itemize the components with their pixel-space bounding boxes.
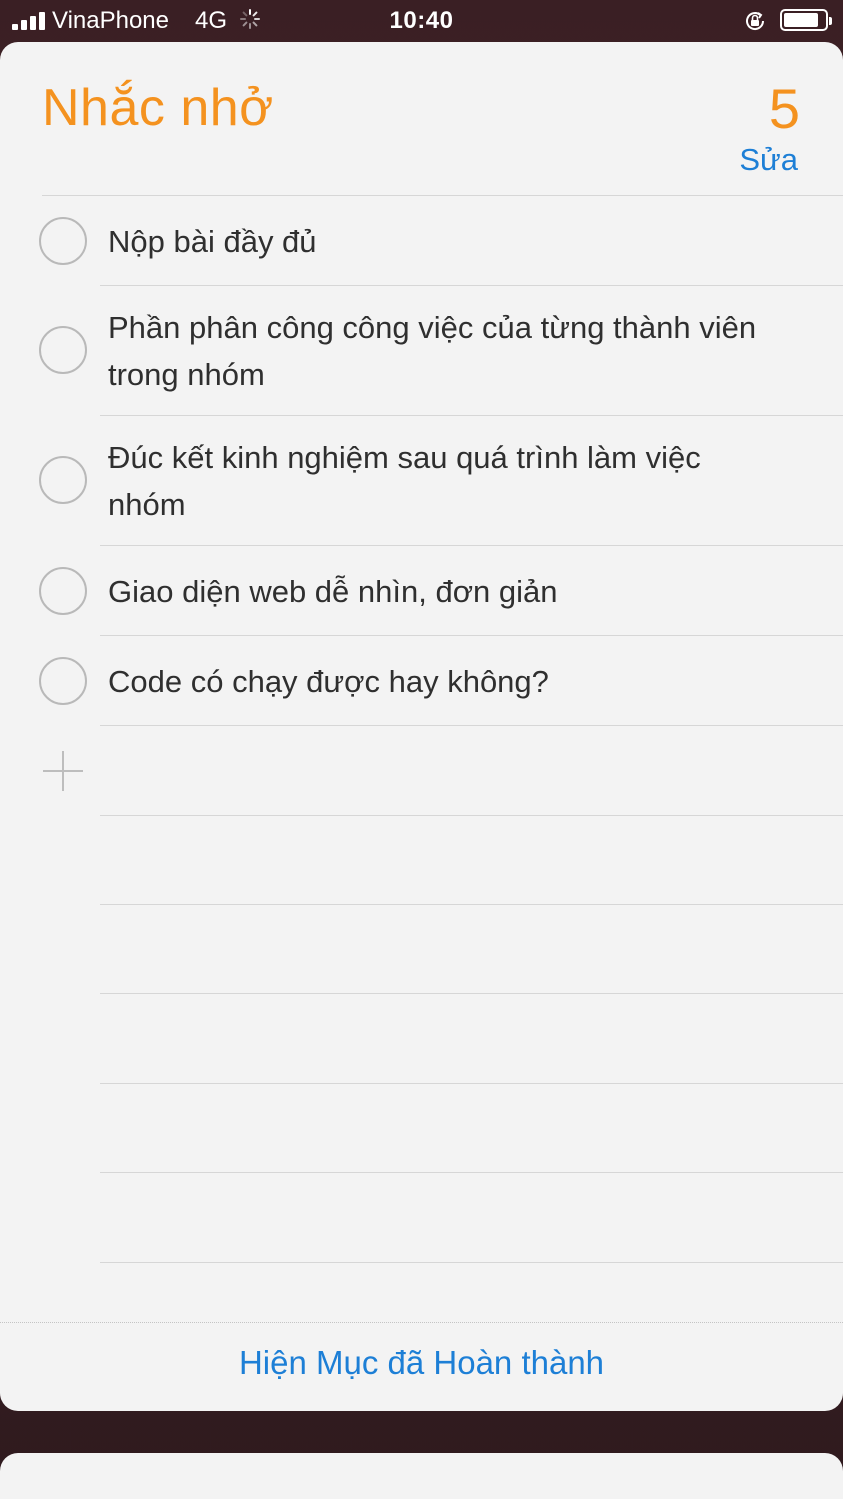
reminder-text[interactable]: Code có chạy được hay không? <box>108 658 783 705</box>
reminder-text[interactable]: Nộp bài đầy đủ <box>108 218 783 265</box>
orientation-lock-icon <box>746 12 765 30</box>
battery-icon <box>780 9 832 31</box>
reminder-text[interactable]: Phần phân công công việc của từng thành … <box>108 304 783 398</box>
complete-checkbox-icon[interactable] <box>39 657 87 705</box>
next-list-card[interactable] <box>0 1453 843 1499</box>
complete-checkbox-icon[interactable] <box>39 326 87 374</box>
reminder-row[interactable]: Đúc kết kinh nghiệm sau quá trình làm vi… <box>0 416 843 546</box>
list-title: Nhắc nhở <box>42 79 274 137</box>
show-completed-button[interactable]: Hiện Mục đã Hoàn thành <box>0 1344 843 1382</box>
new-reminder-row[interactable] <box>0 726 843 816</box>
reminder-text[interactable]: Đúc kết kinh nghiệm sau quá trình làm vi… <box>108 434 783 528</box>
reminder-list: Nộp bài đầy đủ Phần phân công công việc … <box>0 196 843 1263</box>
reminder-row[interactable]: Nộp bài đầy đủ <box>0 196 843 286</box>
footer-divider <box>0 1322 843 1323</box>
complete-checkbox-icon[interactable] <box>39 567 87 615</box>
empty-row[interactable] <box>0 816 843 905</box>
reminder-row[interactable]: Code có chạy được hay không? <box>0 636 843 726</box>
reminder-row[interactable]: Giao diện web dễ nhìn, đơn giản <box>0 546 843 636</box>
empty-row[interactable] <box>0 1084 843 1173</box>
complete-checkbox-icon[interactable] <box>39 456 87 504</box>
reminders-card: Nhắc nhở 5 Sửa Nộp bài đầy đủ Phần phân … <box>0 42 843 1411</box>
empty-row[interactable] <box>0 994 843 1084</box>
empty-row[interactable] <box>0 1173 843 1263</box>
status-bar: VinaPhone 4G 10:40 <box>0 0 843 42</box>
complete-checkbox-icon[interactable] <box>39 217 87 265</box>
empty-row[interactable] <box>0 905 843 994</box>
reminder-count: 5 <box>768 77 800 140</box>
clock: 10:40 <box>389 7 454 34</box>
edit-button[interactable]: Sửa <box>739 142 798 178</box>
add-reminder-icon[interactable] <box>43 751 83 791</box>
reminder-text[interactable]: Giao diện web dễ nhìn, đơn giản <box>108 568 783 615</box>
reminder-row[interactable]: Phần phân công công việc của từng thành … <box>0 286 843 416</box>
